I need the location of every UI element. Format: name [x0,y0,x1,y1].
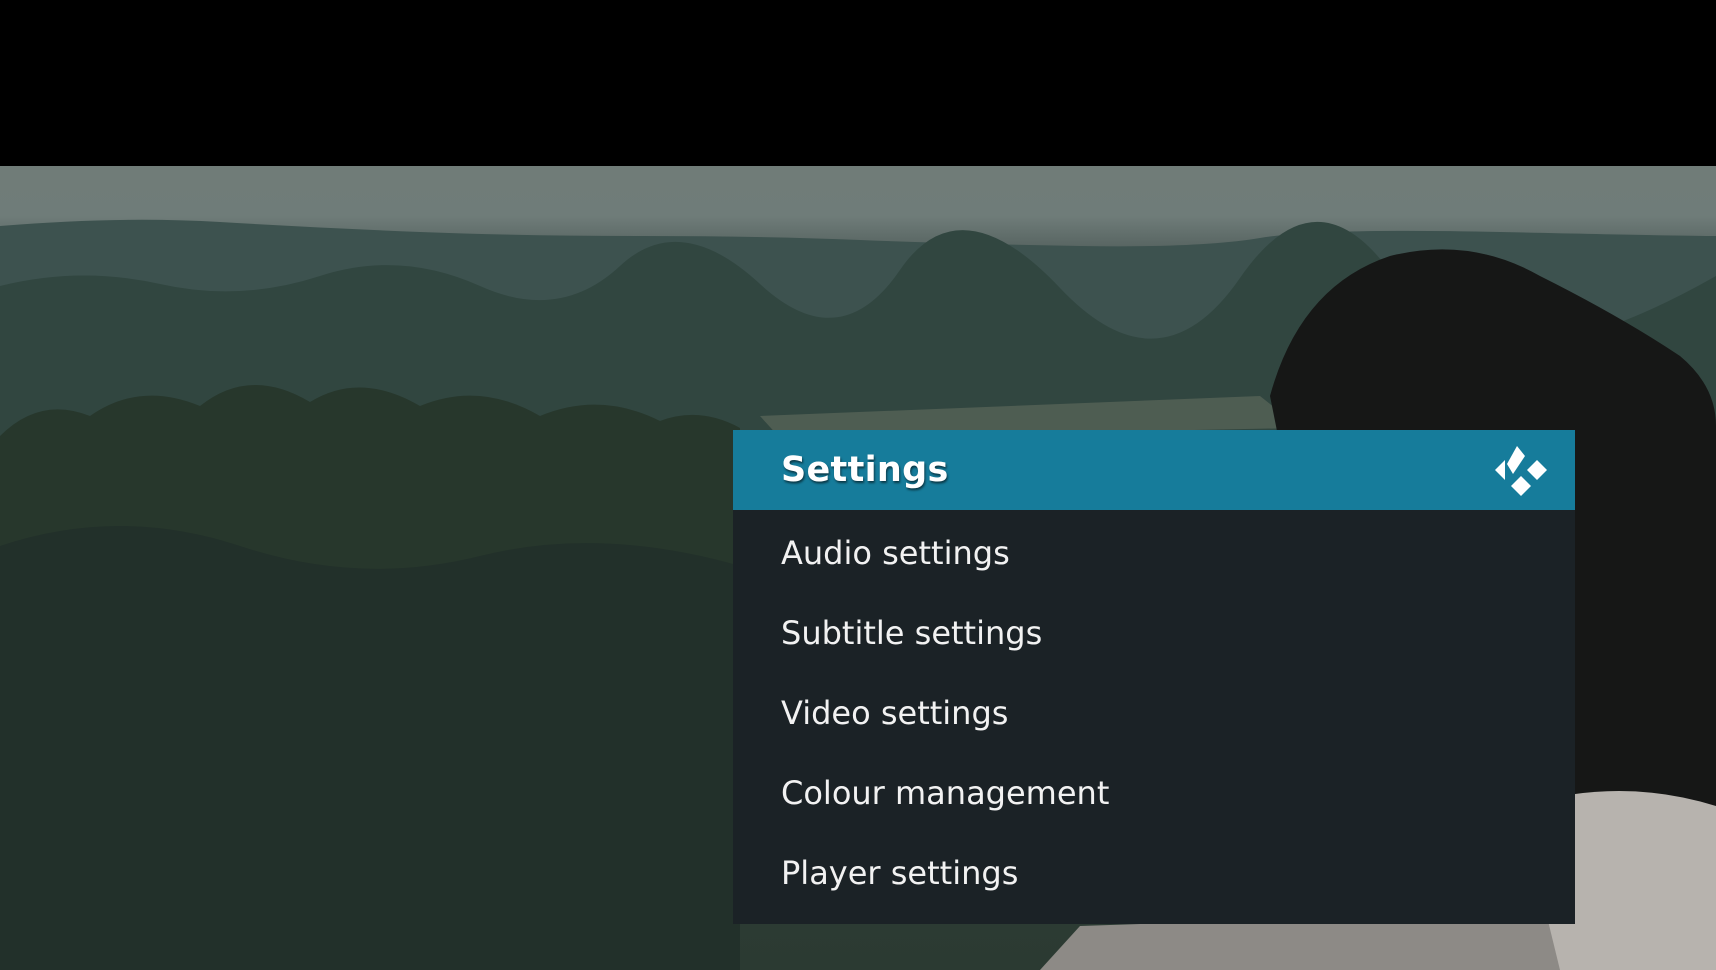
menu-item-colour-management[interactable]: Colour management [733,763,1575,843]
video-player-screen: Settings Audio settings Subtitle setting… [0,0,1716,970]
menu-item-label: Colour management [781,774,1110,812]
letterbox-bar [0,0,1716,166]
kodi-logo-icon [1495,446,1547,496]
settings-dialog: Settings Audio settings Subtitle setting… [733,430,1575,924]
menu-item-audio-settings[interactable]: Audio settings [733,523,1575,603]
dialog-header: Settings [733,430,1575,510]
menu-item-label: Subtitle settings [781,614,1043,652]
settings-menu: Audio settings Subtitle settings Video s… [733,510,1575,923]
menu-item-label: Player settings [781,854,1019,892]
menu-item-player-settings[interactable]: Player settings [733,843,1575,923]
menu-item-video-settings[interactable]: Video settings [733,683,1575,763]
menu-item-label: Video settings [781,694,1009,732]
menu-item-subtitle-settings[interactable]: Subtitle settings [733,603,1575,683]
menu-item-label: Audio settings [781,534,1010,572]
dialog-title: Settings [781,450,949,490]
